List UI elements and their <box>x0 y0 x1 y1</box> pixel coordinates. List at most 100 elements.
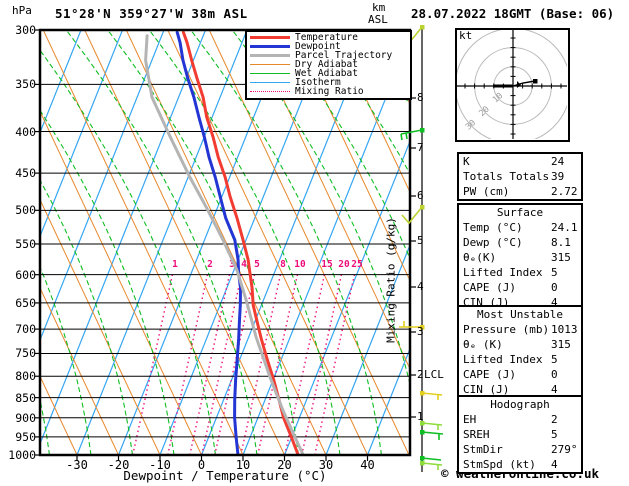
temperature-tick-label: 0 <box>197 458 206 472</box>
altitude-tick-label: 4 <box>417 280 424 293</box>
table-row: CAPE (J) 0 <box>459 280 581 295</box>
hodograph-trace-end-marker <box>533 79 538 84</box>
altitude-tick-label: 8 <box>417 91 424 104</box>
mixing-ratio-value: 5 <box>254 259 260 270</box>
mixing-ratio-value: 20 <box>338 259 350 270</box>
pressure-tick-label: 1000 <box>8 448 36 462</box>
legend-swatch <box>250 36 290 39</box>
lcl-label: LCL <box>424 368 444 381</box>
wind-barb <box>420 456 442 461</box>
stability-indices-table: K 24 Totals Totals 39 PW (cm) 2.72 <box>457 152 583 201</box>
mixing-ratio-value: 4 <box>241 259 247 270</box>
table-row: Lifted Index 5 <box>459 265 581 280</box>
skewt-sounding-page: 1 2 3 4 5 8 10 15 20 25 hPa 51°28'N 359°27'W 38m … <box>0 0 629 486</box>
pressure-tick-label: 750 <box>15 346 36 361</box>
pressure-tick-label: 650 <box>15 295 36 310</box>
mixing-ratio-value: 8 <box>280 259 286 270</box>
table-row: K 24 <box>459 154 581 169</box>
temperature-tick-label: 10 <box>235 458 251 472</box>
mixing-ratio-value: 25 <box>351 259 363 270</box>
temperature-tick-label: -10 <box>149 458 171 472</box>
legend-label: Mixing Ratio <box>295 86 364 97</box>
stat-label: StmSpd (kt) <box>463 458 536 471</box>
mixing-ratio-value: 2 <box>207 259 213 270</box>
stat-label: K <box>463 155 470 168</box>
temperature-tick-label: 30 <box>318 458 334 472</box>
stat-label: Pressure (mb) <box>463 323 550 336</box>
stat-label: Totals Totals <box>463 170 550 183</box>
hodograph-plot: 102030 <box>406 0 620 193</box>
hodograph-arrowhead <box>517 81 521 88</box>
pressure-axis-unit: hPa <box>12 4 32 17</box>
stat-value: 2.72 <box>551 185 578 198</box>
chart-legend: Temperature Dewpoint Parcel Trajectory Dry … <box>245 30 412 100</box>
station-title: 51°28'N 359°27'W 38m ASL <box>55 6 248 21</box>
pressure-tick-label: 400 <box>15 124 36 139</box>
altitude-tick-label: 3 <box>417 325 424 338</box>
temperature-tick-label: -20 <box>107 458 130 472</box>
legend-swatch <box>250 64 290 65</box>
run-datetime: 28.07.2022 18GMT (Base: 06) <box>411 6 615 21</box>
table-row: SREH 5 <box>459 427 581 442</box>
wind-barb <box>420 430 444 440</box>
table-row: Lifted Index 5 <box>459 352 581 367</box>
stat-value: 279° <box>551 443 578 456</box>
table-row: Pressure (mb) 1013 <box>459 322 581 337</box>
stat-label: Lifted Index <box>463 266 543 279</box>
stat-value: 5 <box>551 428 558 441</box>
wind-barb <box>401 205 425 225</box>
stat-label: StmDir <box>463 443 503 456</box>
stat-value: 1013 <box>551 323 578 336</box>
surface-table: Surface Temp (°C) 24.1 Dewp (°C) 8.1 θₑ(K) 315… <box>457 203 583 312</box>
stat-label: Temp (°C) <box>463 221 523 234</box>
table-title: Surface <box>496 206 544 219</box>
table-row: θₑ (K) 315 <box>459 337 581 352</box>
legend-swatch <box>250 82 290 83</box>
stat-label: Dewp (°C) <box>463 236 523 249</box>
stat-value: 24.1 <box>551 221 578 234</box>
stat-value: 0 <box>551 368 558 381</box>
stat-label: CAPE (J) <box>463 368 516 381</box>
temperature-tick-label: -30 <box>66 458 88 472</box>
pressure-tick-label: 600 <box>15 267 36 282</box>
legend-item: Mixing Ratio <box>247 87 410 96</box>
legend-swatch <box>250 73 290 74</box>
legend-swatch <box>250 91 290 92</box>
table-row: Dewp (°C) 8.1 <box>459 235 581 250</box>
stat-label: EH <box>463 413 477 426</box>
mixing-ratio-value: 15 <box>321 259 333 270</box>
hodograph-stats-table: Hodograph EH 2 SREH 5 StmDir 279° StmSpd (kt) 4 <box>457 395 583 474</box>
table-row: PW (cm) 2.72 <box>459 184 581 199</box>
mixing-ratio-axis-title: Mixing Ratio (g/kg) <box>384 217 398 343</box>
stat-label: θₑ(K) <box>463 251 497 264</box>
table-row: CAPE (J) 0 <box>459 367 581 382</box>
pressure-tick-label: 300 <box>15 23 36 37</box>
altitude-tick-label: 6 <box>417 189 424 202</box>
wind-barb <box>400 128 425 141</box>
table-row: StmSpd (kt) 4 <box>459 457 581 472</box>
most-unstable-table: Most Unstable Pressure (mb) 1013 θₑ (K) 315 L… <box>457 305 583 399</box>
stat-value: 5 <box>551 266 558 279</box>
stat-value: 8.1 <box>551 236 571 249</box>
mixing-ratio-value: 10 <box>294 259 306 270</box>
table-title: Most Unstable <box>476 308 564 321</box>
hodograph-unit-label: kt <box>459 29 473 42</box>
table-row: EH 2 <box>459 412 581 427</box>
pressure-tick-label: 450 <box>15 166 36 181</box>
stat-label: PW (cm) <box>463 185 510 198</box>
stat-label: CAPE (J) <box>463 281 516 294</box>
mixing-ratio-line <box>189 271 231 455</box>
pressure-tick-label: 900 <box>15 410 36 425</box>
temperature-tick-label: 20 <box>277 458 292 472</box>
pressure-tick-label: 850 <box>15 390 36 405</box>
table-row: StmDir 279° <box>459 442 581 457</box>
stat-label: Lifted Index <box>463 353 543 366</box>
stat-value: 0 <box>551 281 558 294</box>
table-title: Hodograph <box>490 398 550 411</box>
altitude-tick-label: 1 <box>417 410 424 423</box>
wind-barb <box>420 391 443 400</box>
pressure-tick-label: 550 <box>15 236 36 251</box>
table-row: Totals Totals 39 <box>459 169 581 184</box>
pressure-tick-label: 800 <box>15 369 36 384</box>
stat-value: 24 <box>551 155 565 168</box>
